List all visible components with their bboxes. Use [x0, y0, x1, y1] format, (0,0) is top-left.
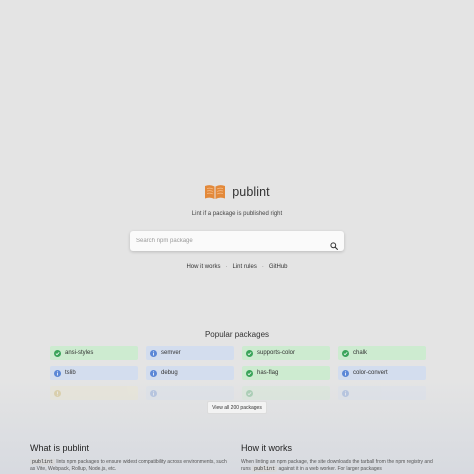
info-circle-icon [342, 389, 349, 397]
info-circle-icon [150, 349, 157, 357]
package-chip[interactable] [50, 386, 138, 400]
package-chip[interactable] [338, 386, 426, 400]
nav-separator: · [225, 264, 228, 270]
tagline: Lint if a package is published right [191, 211, 283, 217]
inline-code: publint [30, 459, 56, 465]
what-is-text: publint lints npm packages to ensure wid… [30, 459, 230, 473]
info-circle-icon [150, 369, 157, 377]
package-chip[interactable]: ansi-styles [50, 346, 138, 360]
package-chip[interactable]: debug [146, 366, 234, 380]
info-circle-icon [150, 389, 157, 397]
check-circle-icon [246, 389, 253, 397]
package-chip[interactable]: semver [146, 346, 234, 360]
package-chip[interactable]: tslib [50, 366, 138, 380]
brand-name: publint [232, 185, 270, 199]
package-chip[interactable]: chalk [338, 346, 426, 360]
package-chip[interactable]: supports-color [242, 346, 330, 360]
how-it-works-text: When linting an npm package, the site do… [241, 459, 441, 473]
package-name: chalk [353, 350, 368, 356]
search-box [130, 231, 344, 251]
package-name: semver [161, 350, 181, 356]
nav-links: How it works · Lint rules · GitHub [0, 264, 474, 270]
nav-link-github[interactable]: GitHub [269, 264, 288, 270]
package-name: debug [161, 370, 178, 376]
check-circle-icon [246, 369, 253, 377]
info-circle-icon [342, 369, 349, 377]
package-chip[interactable]: has-flag [242, 366, 330, 380]
package-name: tslib [65, 370, 76, 376]
check-circle-icon [342, 349, 349, 357]
check-circle-icon [246, 349, 253, 357]
what-is-section: What is publint publint lints npm packag… [30, 443, 230, 473]
what-is-title: What is publint [30, 443, 90, 453]
how-it-works-section: How it works When linting an npm package… [241, 443, 441, 473]
nav-separator: · [261, 264, 264, 270]
how-it-works-body-end: against it in a web worker. For larger p… [277, 466, 382, 472]
warning-circle-icon [54, 389, 61, 397]
popular-packages-grid: ansi-styles semver supports-color chalk tsli… [50, 346, 426, 400]
package-chip[interactable] [146, 386, 234, 400]
brand: publint [0, 182, 474, 202]
view-all-packages-button[interactable]: View all 200 packages [207, 401, 267, 414]
package-chip[interactable]: color-convert [338, 366, 426, 380]
what-is-body: lints npm packages to ensure widest comp… [30, 459, 227, 472]
package-name: ansi-styles [65, 350, 94, 356]
inline-code: publint [252, 466, 278, 472]
package-name: supports-color [257, 350, 296, 356]
nav-link-how-it-works[interactable]: How it works [186, 264, 220, 270]
package-name: color-convert [353, 370, 388, 376]
search-input[interactable] [136, 238, 330, 244]
search-icon[interactable] [330, 237, 338, 250]
check-circle-icon [54, 349, 61, 357]
package-chip[interactable] [242, 386, 330, 400]
open-book-logo-icon [204, 184, 226, 200]
how-it-works-title: How it works [241, 443, 293, 453]
package-name: has-flag [257, 370, 279, 376]
popular-packages-title: Popular packages [204, 330, 270, 339]
info-circle-icon [54, 369, 61, 377]
hero: publint Lint if a package is published r… [0, 182, 474, 217]
nav-link-lint-rules[interactable]: Lint rules [232, 264, 256, 270]
